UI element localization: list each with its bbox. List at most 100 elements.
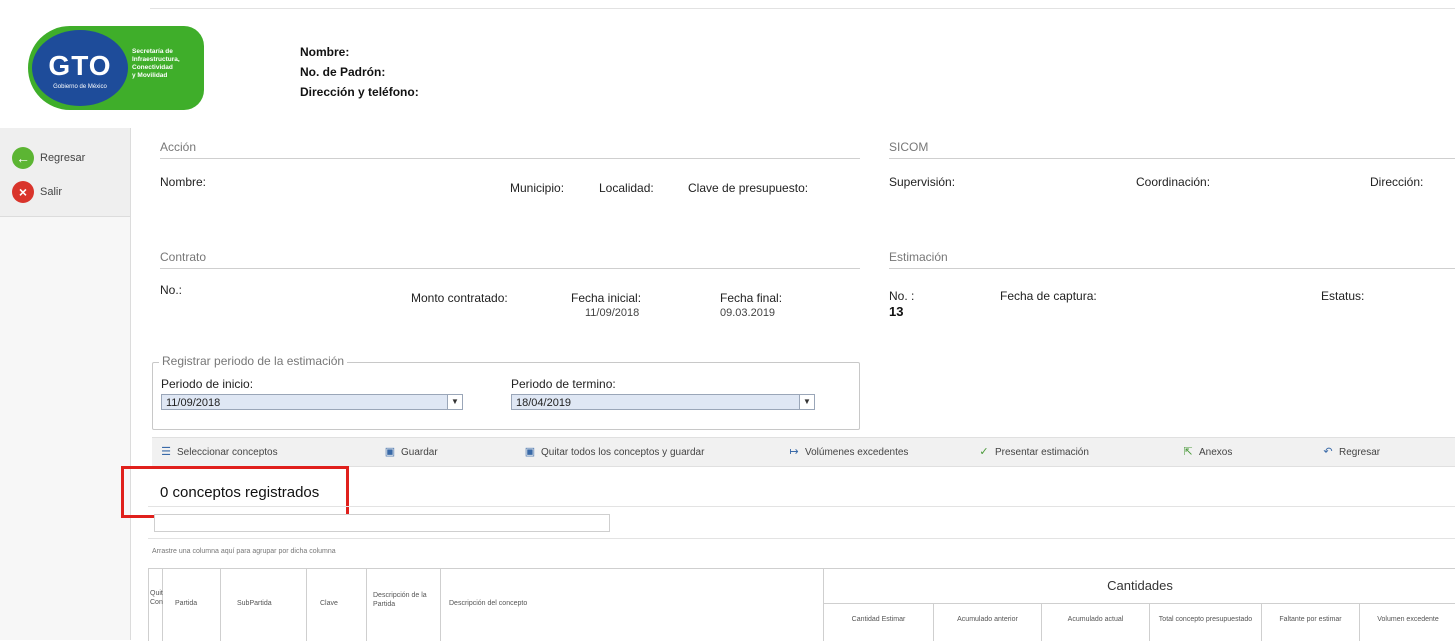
col-subpartida[interactable]: SubPartida	[221, 569, 307, 641]
fecha-captura-label: Fecha de captura:	[1000, 289, 1097, 303]
toolbar-regresar-button[interactable]: ↶ Regresar	[1322, 444, 1380, 460]
toolbar-regresar-label: Regresar	[1339, 446, 1381, 458]
count-rule	[148, 506, 1455, 507]
col-faltante[interactable]: Faltante por estimar	[1262, 603, 1360, 641]
conceptos-grid: Quit. Conce. Partida SubPartida Clave De…	[148, 568, 1455, 641]
col-desc-concepto-header: Descripción del concepto	[449, 600, 528, 607]
col-total-concepto[interactable]: Total concepto presupuestado	[1150, 603, 1262, 641]
estimacion-no-value: 13	[889, 304, 904, 319]
action-toolbar: ☰ Seleccionar conceptos ▣ Guardar ▣ Quit…	[152, 437, 1455, 467]
direccion-label: Dirección y teléfono:	[300, 85, 419, 99]
col-desc-partida-header: Descripción de la Partida	[373, 592, 427, 608]
localidad-label: Localidad:	[599, 181, 654, 195]
volumenes-label: Volúmenes excedentes	[805, 446, 909, 458]
coordinacion-label: Coordinación:	[1136, 175, 1211, 189]
export-icon: ↦	[789, 446, 799, 458]
estimacion-no-label: No. :	[889, 289, 915, 303]
periodo-inicio-select[interactable]: 11/09/2018 ▼	[161, 394, 463, 410]
supervision-label: Supervisión:	[889, 175, 956, 189]
logo-line-3: Conectividad	[132, 64, 173, 71]
accion-nombre-label: Nombre:	[160, 175, 207, 189]
search-rule	[148, 538, 1455, 539]
col-subpartida-header: SubPartida	[237, 600, 272, 607]
group-by-hint: Arrastre una columna aquí para agrupar p…	[152, 548, 336, 555]
accion-rule	[160, 158, 860, 159]
attachment-icon: ⇱	[1183, 446, 1193, 458]
check-icon: ✓	[979, 446, 989, 458]
estatus-label: Estatus:	[1321, 289, 1365, 303]
periodo-legend: Registrar periodo de la estimación	[159, 354, 348, 368]
close-icon: ×	[12, 181, 34, 203]
chevron-down-icon[interactable]: ▼	[799, 395, 814, 409]
main-content: Acción Nombre: Municipio: Localidad: Cla…	[121, 128, 1455, 641]
page-header: GTO Gobierno de México Secretaría de Inf…	[0, 12, 1455, 124]
logo-side-text: Secretaría de Infraestructura, Conectivi…	[132, 48, 202, 80]
clave-presupuesto-label: Clave de presupuesto:	[688, 181, 809, 195]
sicom-rule	[889, 158, 1455, 159]
accion-title: Acción	[160, 140, 197, 154]
sicom-direccion-label: Dirección:	[1370, 175, 1424, 189]
nombre-label: Nombre:	[300, 45, 350, 59]
col-clave[interactable]: Clave	[307, 569, 367, 641]
presentar-estimacion-button[interactable]: ✓ Presentar estimación	[978, 444, 1089, 460]
nav-salir[interactable]: × Salir	[12, 180, 62, 204]
seleccionar-conceptos-button[interactable]: ☰ Seleccionar conceptos	[160, 444, 278, 460]
fecha-inicial-label: Fecha inicial:	[571, 291, 642, 305]
col-quitar[interactable]: Quit. Conce.	[149, 569, 163, 641]
save-icon: ▣	[384, 446, 396, 458]
periodo-inicio-label: Periodo de inicio:	[161, 377, 254, 391]
col-desc-concepto[interactable]: Descripción del concepto	[441, 569, 824, 641]
contrato-no-label: No.:	[160, 283, 183, 297]
cantidades-header: Cantidades	[824, 569, 1455, 604]
highlight-box	[121, 466, 349, 518]
chevron-down-icon[interactable]: ▼	[447, 395, 462, 409]
quitar-conceptos-button[interactable]: ▣ Quitar todos los conceptos y guardar	[524, 444, 705, 460]
logo-line-2: Infraestructura,	[132, 56, 180, 63]
checklist-icon: ☰	[161, 446, 171, 458]
fecha-final-label: Fecha final:	[720, 291, 783, 305]
estimacion-rule	[889, 268, 1455, 269]
anexos-label: Anexos	[1199, 446, 1233, 458]
monto-contratado-label: Monto contratado:	[411, 291, 508, 305]
col-partida[interactable]: Partida	[163, 569, 221, 641]
col-acumulado-actual[interactable]: Acumulado actual	[1042, 603, 1150, 641]
logo-line-4: y Movilidad	[132, 72, 168, 79]
left-nav: ← Regresar × Salir	[0, 128, 131, 640]
contractor-info: Nombre: No. de Padrón: Dirección y teléf…	[300, 42, 419, 102]
periodo-termino-value: 18/04/2019	[516, 397, 572, 409]
nav-regresar-label: Regresar	[40, 152, 86, 164]
fecha-final-value: 09.03.2019	[720, 307, 776, 319]
col-acumulado-anterior[interactable]: Acumulado anterior	[934, 603, 1042, 641]
col-cantidad-estimar[interactable]: Cantidad Estimar	[824, 603, 934, 641]
undo-arrow-icon: ↶	[1323, 446, 1333, 458]
estimacion-title: Estimación	[889, 250, 948, 264]
col-volumen-excedente[interactable]: Volumen excedente	[1360, 603, 1455, 641]
seleccionar-label: Seleccionar conceptos	[177, 446, 278, 458]
guardar-button[interactable]: ▣ Guardar	[384, 444, 438, 460]
contrato-title: Contrato	[160, 250, 207, 264]
padron-label: No. de Padrón:	[300, 65, 386, 79]
col-desc-partida[interactable]: Descripción de la Partida	[367, 569, 441, 641]
col-clave-header: Clave	[320, 600, 338, 607]
fecha-inicial-value: 11/09/2018	[585, 307, 640, 319]
sicom-title: SICOM	[889, 140, 929, 154]
municipio-label: Municipio:	[510, 181, 565, 195]
volumenes-excedentes-button[interactable]: ↦ Volúmenes excedentes	[788, 444, 908, 460]
nav-salir-label: Salir	[40, 186, 63, 198]
concept-search-input[interactable]	[154, 514, 610, 532]
guardar-label: Guardar	[401, 446, 438, 458]
periodo-inicio-value: 11/09/2018	[166, 397, 221, 409]
periodo-fieldset: Registrar periodo de la estimación Perio…	[152, 354, 860, 430]
logo-emblem: GTO Gobierno de México	[32, 30, 128, 106]
gto-logo: GTO Gobierno de México Secretaría de Inf…	[28, 26, 204, 110]
col-quitar-header: Quit. Conce.	[150, 590, 163, 606]
anexos-button[interactable]: ⇱ Anexos	[1182, 444, 1232, 460]
nav-regresar[interactable]: ← Regresar	[12, 146, 85, 170]
logo-line-1: Secretaría de	[132, 48, 173, 55]
quitar-label: Quitar todos los conceptos y guardar	[541, 446, 705, 458]
logo-text: GTO	[48, 50, 112, 81]
presentar-label: Presentar estimación	[995, 446, 1089, 458]
periodo-termino-select[interactable]: 18/04/2019 ▼	[511, 394, 815, 410]
periodo-termino-label: Periodo de termino:	[511, 377, 616, 391]
top-divider	[150, 8, 1455, 9]
